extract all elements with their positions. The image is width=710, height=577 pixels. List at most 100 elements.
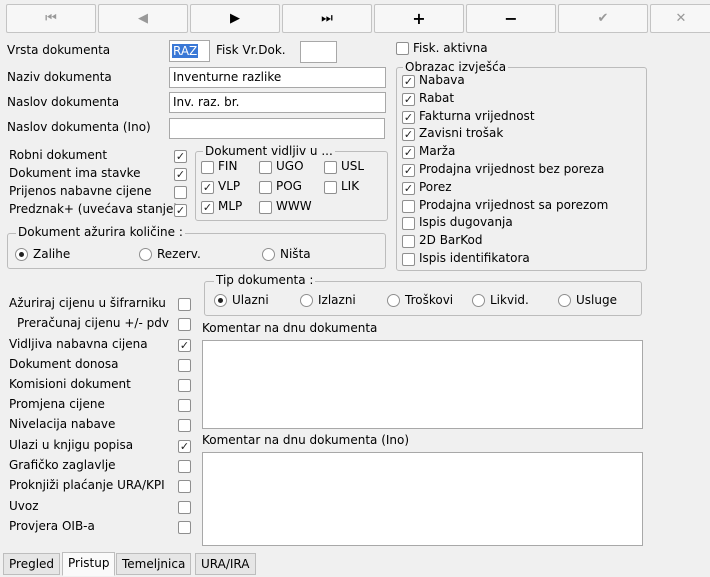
previous-record-button[interactable]: ◀: [98, 4, 188, 33]
confirm-button[interactable]: ✔: [558, 4, 648, 33]
mlp-label: MLP: [218, 199, 243, 213]
nista-radio-label: Ništa: [280, 247, 311, 261]
ispis-identifikatora-checkbox[interactable]: [402, 253, 415, 266]
promjena-cijene-checkbox[interactable]: [178, 399, 191, 412]
ugo-checkbox[interactable]: [259, 161, 272, 174]
naslov-ino-label: Naslov dokumenta (Ino): [7, 120, 151, 134]
marza-checkbox[interactable]: ✓: [402, 146, 415, 160]
prijenos-nabavne-cijene-checkbox[interactable]: [174, 186, 187, 199]
nivelacija-nabave-label: Nivelacija nabave: [9, 417, 116, 431]
graficko-zaglavlje-label: Grafičko zaglavlje: [9, 458, 116, 472]
2d-barkod-checkbox[interactable]: [402, 235, 415, 249]
first-record-button[interactable]: ⏮: [6, 4, 96, 33]
2d-barkod-label: 2D BarKod: [419, 233, 483, 248]
next-icon: ▶: [230, 11, 240, 26]
add-record-button[interactable]: +: [374, 4, 464, 33]
www-label: WWW: [276, 199, 312, 213]
ispis-dugovanja-checkbox[interactable]: [402, 217, 415, 231]
nabava-label: Nabava: [419, 73, 465, 87]
preracunaj-cijenu-pdv-checkbox[interactable]: [178, 318, 191, 331]
usl-checkbox[interactable]: [324, 161, 337, 174]
ulazi-u-knjigu-popisa-checkbox[interactable]: ✓: [178, 440, 191, 453]
provjera-oib-a-checkbox[interactable]: [178, 521, 191, 534]
cancel-button[interactable]: ✕: [650, 4, 710, 33]
ulazni-radio[interactable]: [214, 294, 227, 307]
komentar-textarea[interactable]: [202, 340, 643, 429]
lik-label: LIK: [341, 179, 360, 193]
prodajna-vrijednost-sa-porezom-checkbox[interactable]: [402, 199, 415, 213]
prodajna-vrijednost-sa-porezom-label: Prodajna vrijednost sa porezom: [419, 197, 609, 212]
likvid-radio[interactable]: [472, 294, 485, 307]
nivelacija-nabave-checkbox[interactable]: [178, 419, 191, 432]
zalihe-radio[interactable]: [15, 248, 28, 261]
proknjizi-placanje-ura-kpi-checkbox[interactable]: [178, 480, 191, 493]
www-checkbox[interactable]: [259, 201, 272, 214]
promjena-cijene-label: Promjena cijene: [9, 397, 105, 411]
komentar-ino-textarea[interactable]: [202, 452, 643, 546]
predznak-uvecava-stanje-checkbox[interactable]: ✓: [174, 204, 187, 217]
azurira-title: Dokument ažurira količine :: [16, 225, 185, 239]
last-record-button[interactable]: ⏭: [282, 4, 372, 33]
provjera-oib-a-label: Provjera OIB-a: [9, 519, 95, 533]
fisk-aktivna-checkbox[interactable]: [396, 42, 409, 55]
troskovi-radio[interactable]: [387, 294, 400, 307]
fin-checkbox[interactable]: [201, 161, 214, 174]
porez-checkbox[interactable]: ✓: [402, 181, 415, 195]
vlp-label: VLP: [218, 179, 241, 193]
tab-temeljnica[interactable]: Temeljnica: [116, 553, 192, 575]
azuriraj-cijenu-u-sifrarniku-checkbox[interactable]: [178, 298, 191, 311]
vlp-checkbox[interactable]: ✓: [201, 181, 214, 194]
pog-checkbox[interactable]: [259, 181, 272, 194]
naslov-input[interactable]: Inv. raz. br.: [169, 92, 386, 113]
izlazni-radio-label: Izlazni: [318, 293, 356, 307]
mlp-checkbox[interactable]: ✓: [201, 201, 214, 214]
marza-label: Marža: [419, 144, 456, 159]
minus-icon: −: [504, 9, 518, 28]
nista-radio[interactable]: [262, 248, 275, 261]
tab-ura-ira[interactable]: URA/IRA: [195, 553, 256, 575]
graficko-zaglavlje-checkbox[interactable]: [178, 460, 191, 473]
fin-label: FIN: [218, 159, 238, 173]
prijenos-nabavne-cijene-label: Prijenos nabavne cijene: [9, 184, 152, 198]
robni-dokument-label: Robni dokument: [9, 148, 108, 162]
vidljiva-nabavna-cijena-checkbox[interactable]: ✓: [178, 339, 191, 352]
rezerv-radio[interactable]: [139, 248, 152, 261]
ulazni-radio-label: Ulazni: [232, 293, 269, 307]
vrsta-label: Vrsta dokumenta: [7, 43, 111, 57]
nabava-checkbox[interactable]: ✓: [402, 75, 415, 88]
zavisni-trosak-label: Zavisni trošak: [419, 126, 504, 141]
dokument-ima-stavke-label: Dokument ima stavke: [9, 166, 141, 180]
usl-label: USL: [341, 159, 365, 173]
uvoz-checkbox[interactable]: [178, 501, 191, 514]
vrsta-input[interactable]: RAZ: [169, 40, 210, 62]
rabat-checkbox[interactable]: ✓: [402, 92, 415, 106]
usluge-radio[interactable]: [558, 294, 571, 307]
delete-record-button[interactable]: −: [466, 4, 556, 33]
izlazni-radio[interactable]: [300, 294, 313, 307]
tab-pregled[interactable]: Pregled: [3, 553, 61, 575]
fakturna-vrijednost-label: Fakturna vrijednost: [419, 108, 535, 123]
zavisni-trosak-checkbox[interactable]: ✓: [402, 128, 415, 142]
naziv-input[interactable]: Inventurne razlike: [169, 67, 386, 88]
lik-checkbox[interactable]: [324, 181, 337, 194]
check-icon: ✔: [597, 11, 609, 26]
prodajna-vrijednost-bez-poreza-checkbox[interactable]: ✓: [402, 164, 415, 177]
rezerv-radio-label: Rezerv.: [157, 247, 201, 261]
tab-pristup[interactable]: Pristup: [62, 552, 116, 576]
previous-icon: ◀: [138, 11, 148, 26]
tip-title: Tip dokumenta :: [214, 273, 316, 287]
close-icon: ✕: [675, 11, 687, 26]
fakturna-vrijednost-checkbox[interactable]: ✓: [402, 110, 415, 124]
fisk-vr-input[interactable]: [300, 41, 337, 63]
robni-dokument-checkbox[interactable]: ✓: [174, 150, 187, 163]
predznak-uvecava-stanje-label: Predznak+ (uvećava stanje): [9, 202, 179, 216]
komentar-label: Komentar na dnu dokumenta: [202, 321, 378, 335]
dokument-ima-stavke-checkbox[interactable]: ✓: [174, 168, 187, 181]
komisioni-dokument-label: Komisioni dokument: [9, 377, 131, 391]
komisioni-dokument-checkbox[interactable]: [178, 379, 191, 392]
dokument-donosa-checkbox[interactable]: [178, 359, 191, 372]
vidljiva-nabavna-cijena-label: Vidljiva nabavna cijena: [9, 337, 148, 351]
naslov-label: Naslov dokumenta: [7, 95, 120, 109]
naslov-ino-input[interactable]: [169, 118, 385, 139]
next-record-button[interactable]: ▶: [190, 4, 280, 33]
